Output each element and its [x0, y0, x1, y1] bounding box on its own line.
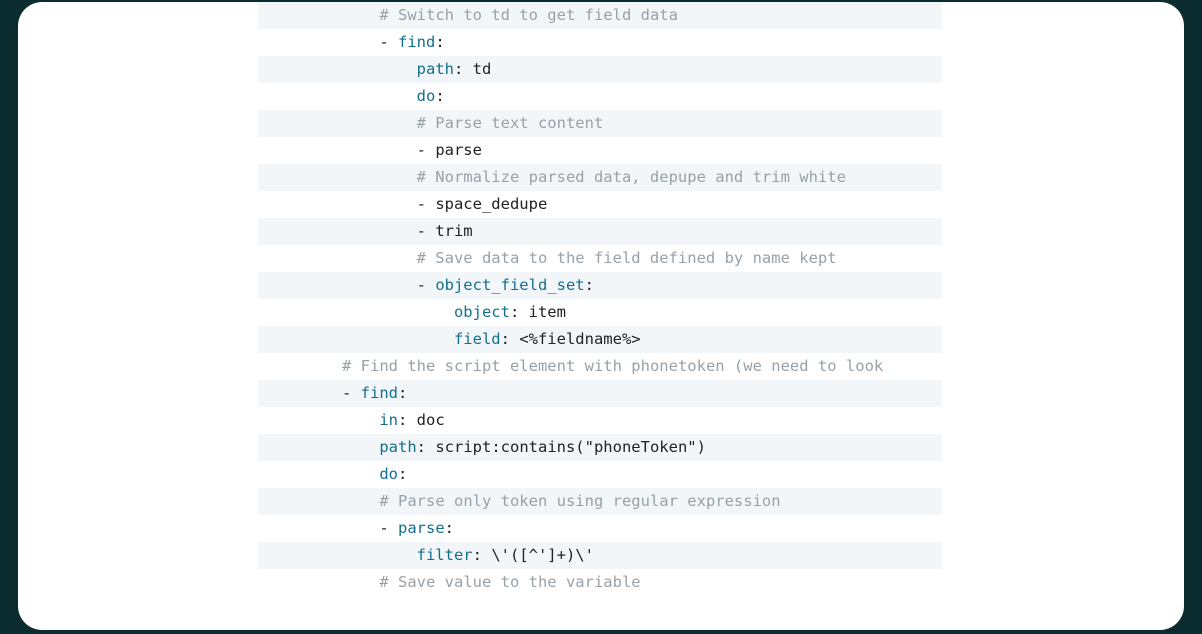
code-line: do: — [258, 83, 942, 110]
code-line: # Parse only token using regular express… — [258, 488, 942, 515]
code-line: - trim — [258, 218, 942, 245]
code-line: - find: — [258, 380, 942, 407]
code-card: # Switch to td to get field data - find:… — [18, 2, 1184, 630]
code-block: # Switch to td to get field data - find:… — [258, 2, 942, 630]
code-line: in: doc — [258, 407, 942, 434]
code-line: filter: \'([^']+)\' — [258, 542, 942, 569]
code-line: # Switch to td to get field data — [258, 2, 942, 29]
code-line: - space_dedupe — [258, 191, 942, 218]
code-line: - parse: — [258, 515, 942, 542]
code-line: - parse — [258, 137, 942, 164]
code-line: # Find the script element with phonetoke… — [258, 353, 942, 380]
code-line: field: <%fieldname%> — [258, 326, 942, 353]
code-line: do: — [258, 461, 942, 488]
code-line: # Save value to the variable — [258, 569, 942, 596]
code-line: path: td — [258, 56, 942, 83]
code-line: - find: — [258, 29, 942, 56]
code-line: - object_field_set: — [258, 272, 942, 299]
code-line: # Normalize parsed data, depupe and trim… — [258, 164, 942, 191]
code-line: # Save data to the field defined by name… — [258, 245, 942, 272]
code-line: # Parse text content — [258, 110, 942, 137]
code-line: path: script:contains("phoneToken") — [258, 434, 942, 461]
code-line: object: item — [258, 299, 942, 326]
